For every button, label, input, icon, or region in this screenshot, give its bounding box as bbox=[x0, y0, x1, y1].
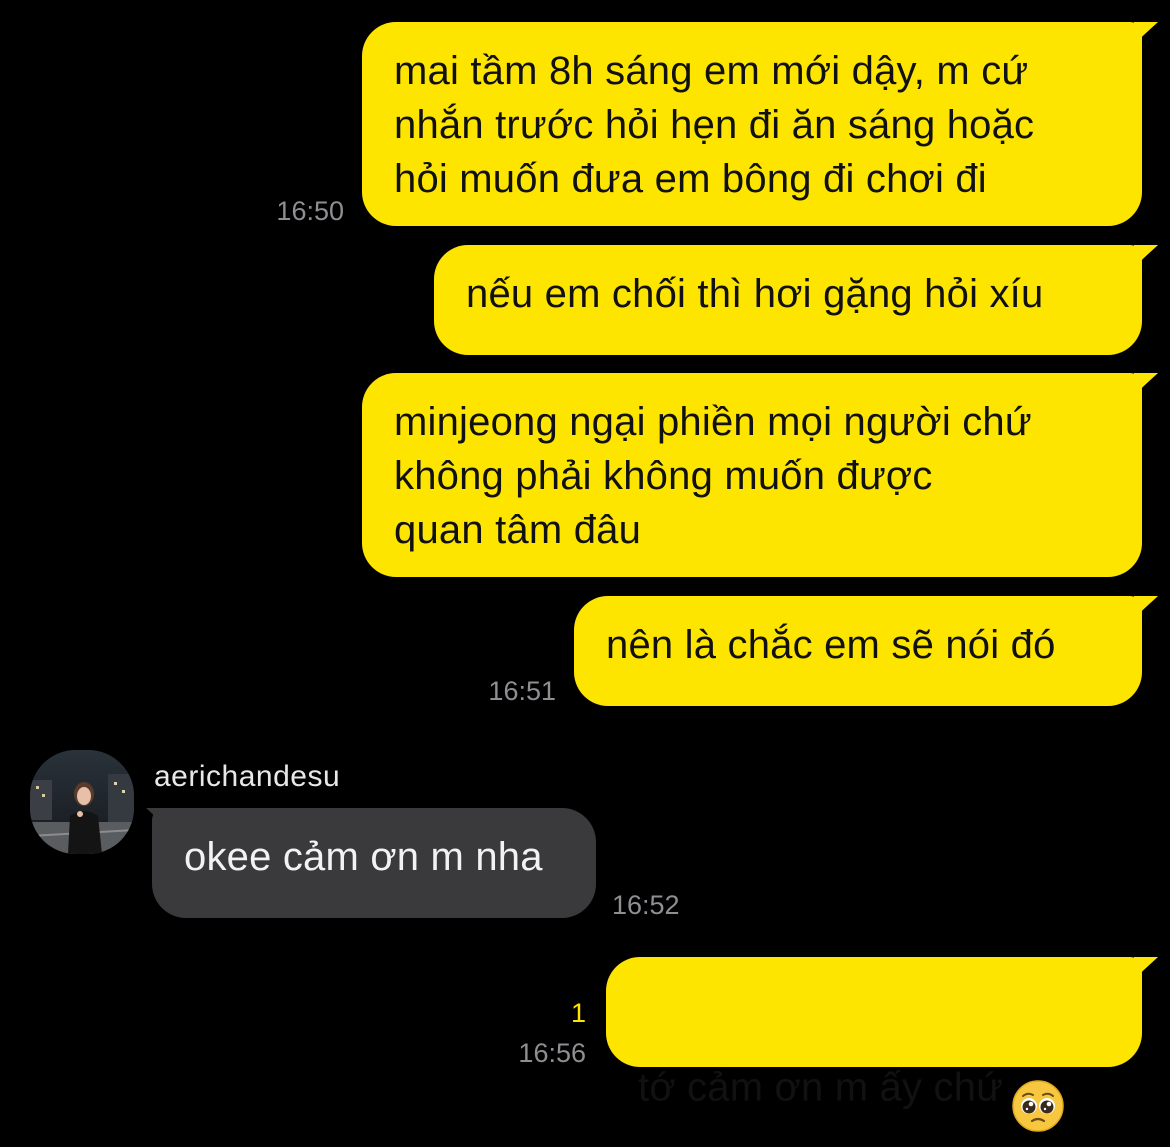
message-timestamp: 16:50 bbox=[276, 196, 344, 226]
sender-name: aerichandesu bbox=[154, 760, 341, 793]
avatar-photo bbox=[30, 750, 134, 854]
message-timestamp: 16:52 bbox=[612, 890, 680, 920]
unread-count: 1 bbox=[570, 998, 586, 1028]
bubble-tail bbox=[1134, 373, 1158, 395]
message-bubble-outgoing[interactable]: minjeong ngại phiền mọi người chứ không … bbox=[362, 373, 1142, 577]
bubble-tail bbox=[1134, 596, 1158, 618]
message-timestamp: 16:51 bbox=[488, 676, 556, 706]
message-bubble-outgoing[interactable]: nếu em chối thì hơi gặng hỏi xíu bbox=[434, 245, 1142, 355]
bubble-tail bbox=[1134, 957, 1158, 979]
avatar[interactable] bbox=[30, 750, 134, 854]
pleading-face-emoji-icon bbox=[1011, 1025, 1065, 1147]
message-bubble-outgoing[interactable]: nên là chắc em sẽ nói đó bbox=[574, 596, 1142, 706]
message-timestamp: 16:56 bbox=[518, 1038, 586, 1068]
message-bubble-outgoing[interactable]: mai tầm 8h sáng em mới dậy, m cứ nhắn tr… bbox=[362, 22, 1142, 226]
message-bubble-outgoing[interactable]: tớ cảm ơn m ấy chứ bbox=[606, 957, 1142, 1132]
message-bubble-incoming[interactable]: okee cảm ơn m nha bbox=[152, 808, 596, 918]
bubble-tail bbox=[1134, 245, 1158, 267]
message-text: tớ cảm ơn m ấy chứ bbox=[638, 1065, 1004, 1110]
bubble-tail bbox=[1134, 22, 1158, 44]
